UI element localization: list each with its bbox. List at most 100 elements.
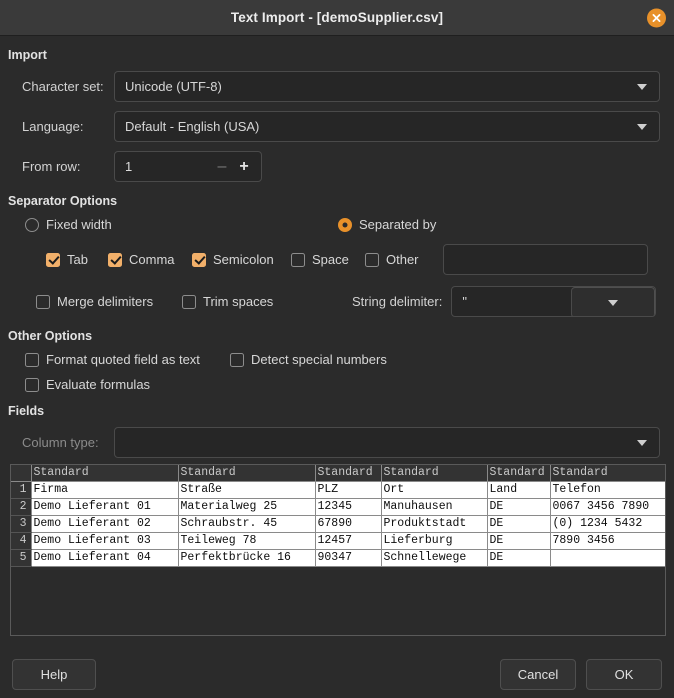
column-header[interactable]: Standard	[31, 465, 179, 482]
checkbox-other[interactable]: Other	[365, 252, 443, 267]
close-icon	[652, 13, 661, 22]
table-row[interactable]: 2 Demo Lieferant 01 Materialweg 25 12345…	[11, 498, 665, 516]
checkbox-evaluate-formulas-label: Evaluate formulas	[46, 377, 151, 392]
table-cell[interactable]: 67890	[315, 515, 382, 533]
checkbox-format-quoted-field-as-text-label: Format quoted field as text	[46, 352, 200, 367]
character-set-select[interactable]: Unicode (UTF-8)	[114, 71, 660, 102]
fields-preview-grid[interactable]: Standard Standard Standard Standard Stan…	[10, 464, 666, 636]
table-cell[interactable]: PLZ	[315, 481, 382, 499]
checkbox-tab[interactable]: Tab	[46, 252, 108, 267]
table-cell[interactable]: Firma	[31, 481, 179, 499]
table-cell[interactable]: Schnellewege	[381, 549, 488, 567]
column-header[interactable]: Standard	[487, 465, 551, 482]
table-cell[interactable]: Lieferburg	[381, 532, 488, 550]
chevron-down-icon	[637, 123, 647, 130]
column-header[interactable]: Standard	[550, 465, 665, 482]
table-cell[interactable]: DE	[487, 515, 551, 533]
table-cell[interactable]: Produktstadt	[381, 515, 488, 533]
table-cell[interactable]: Telefon	[550, 481, 665, 499]
checkbox-detect-special-numbers[interactable]: Detect special numbers	[230, 352, 387, 367]
separator-section-title: Separator Options	[8, 194, 118, 208]
column-header[interactable]: Standard	[315, 465, 382, 482]
dialog-footer: Help Cancel OK	[0, 650, 674, 698]
table-corner-cell[interactable]	[11, 465, 32, 482]
table-cell[interactable]: Materialweg 25	[178, 498, 316, 516]
cancel-button[interactable]: Cancel	[500, 658, 576, 690]
radio-separated-by-indicator	[338, 217, 352, 232]
checkbox-tab-indicator	[46, 252, 60, 267]
checkbox-merge-delimiters[interactable]: Merge delimiters	[36, 294, 153, 309]
checkbox-merge-delimiters-indicator	[36, 294, 50, 309]
language-select[interactable]: Default - English (USA)	[114, 111, 660, 142]
table-cell[interactable]: 90347	[315, 549, 382, 567]
table-cell[interactable]: Perfektbrücke 16	[178, 549, 316, 567]
table-cell[interactable]: DE	[487, 532, 551, 550]
table-row[interactable]: 1 Firma Straße PLZ Ort Land Telefon	[11, 481, 665, 499]
checkbox-other-label: Other	[386, 252, 419, 267]
table-cell[interactable]: Demo Lieferant 02	[31, 515, 179, 533]
column-header[interactable]: Standard	[381, 465, 488, 482]
table-cell[interactable]: Land	[487, 481, 551, 499]
radio-separated-by[interactable]: Separated by	[338, 217, 436, 232]
table-cell[interactable]: DE	[487, 498, 551, 516]
table-row[interactable]: 3 Demo Lieferant 02 Schraubstr. 45 67890…	[11, 515, 665, 533]
table-cell[interactable]: Demo Lieferant 01	[31, 498, 179, 516]
column-header[interactable]: Standard	[178, 465, 316, 482]
checkbox-semicolon-label: Semicolon	[213, 252, 274, 267]
from-row-increment-button[interactable]: +	[233, 158, 255, 175]
table-cell[interactable]: 12345	[315, 498, 382, 516]
from-row-stepper[interactable]: 1 – +	[114, 151, 262, 182]
checkbox-comma-label: Comma	[129, 252, 175, 267]
checkbox-trim-spaces-indicator	[182, 294, 196, 309]
table-cell[interactable]	[550, 549, 665, 567]
table-cell[interactable]: 12457	[315, 532, 382, 550]
checkbox-comma-indicator	[108, 252, 122, 267]
table-cell[interactable]: (0) 1234 5432	[550, 515, 665, 533]
column-type-select[interactable]	[114, 427, 660, 458]
string-delimiter-select[interactable]: "	[451, 286, 657, 317]
from-row-value: 1	[125, 159, 133, 174]
checkbox-evaluate-formulas[interactable]: Evaluate formulas	[25, 377, 150, 392]
ok-button[interactable]: OK	[586, 658, 662, 690]
radio-fixed-width[interactable]: Fixed width	[8, 217, 338, 232]
checkbox-detect-special-numbers-indicator	[230, 352, 244, 367]
character-set-value: Unicode (UTF-8)	[125, 79, 222, 94]
row-number[interactable]: 3	[11, 515, 32, 533]
table-cell[interactable]: DE	[487, 549, 551, 567]
checkbox-trim-spaces-label: Trim spaces	[203, 294, 274, 309]
table-cell[interactable]: Ort	[381, 481, 488, 499]
language-value: Default - English (USA)	[125, 119, 260, 134]
close-button[interactable]	[647, 8, 666, 27]
checkbox-space[interactable]: Space	[291, 252, 365, 267]
help-button[interactable]: Help	[12, 658, 96, 690]
checkbox-format-quoted-field-as-text[interactable]: Format quoted field as text	[25, 352, 215, 367]
checkbox-semicolon[interactable]: Semicolon	[192, 252, 291, 267]
row-number[interactable]: 2	[11, 498, 32, 516]
window-title: Text Import - [demoSupplier.csv]	[230, 10, 444, 25]
table-cell[interactable]: Schraubstr. 45	[178, 515, 316, 533]
other-separator-input[interactable]	[443, 244, 648, 275]
row-number[interactable]: 1	[11, 481, 32, 499]
table-row[interactable]: 4 Demo Lieferant 03 Teileweg 78 12457 Li…	[11, 532, 665, 550]
checkbox-trim-spaces[interactable]: Trim spaces	[182, 294, 352, 309]
table-cell[interactable]: Manuhausen	[381, 498, 488, 516]
table-row[interactable]: 5 Demo Lieferant 04 Perfektbrücke 16 903…	[11, 549, 665, 567]
from-row-decrement-button[interactable]: –	[211, 158, 233, 175]
fields-section-title: Fields	[8, 404, 45, 418]
chevron-down-icon	[637, 83, 647, 90]
table-cell[interactable]: Straße	[178, 481, 316, 499]
table-cell[interactable]: Demo Lieferant 04	[31, 549, 179, 567]
row-number[interactable]: 4	[11, 532, 32, 550]
table-cell[interactable]: Teileweg 78	[178, 532, 316, 550]
table-cell[interactable]: Demo Lieferant 03	[31, 532, 179, 550]
string-delimiter-dropdown-button[interactable]	[571, 287, 656, 316]
import-section-title: Import	[8, 48, 47, 62]
checkbox-format-quoted-field-as-text-indicator	[25, 352, 39, 367]
row-number[interactable]: 5	[11, 549, 32, 567]
other-options-row-1: Format quoted field as text Detect speci…	[8, 352, 666, 367]
table-cell[interactable]: 0067 3456 7890	[550, 498, 665, 516]
checkbox-detect-special-numbers-label: Detect special numbers	[251, 352, 387, 367]
table-cell[interactable]: 7890 3456	[550, 532, 665, 550]
radio-fixed-width-label: Fixed width	[46, 217, 112, 232]
checkbox-comma[interactable]: Comma	[108, 252, 192, 267]
